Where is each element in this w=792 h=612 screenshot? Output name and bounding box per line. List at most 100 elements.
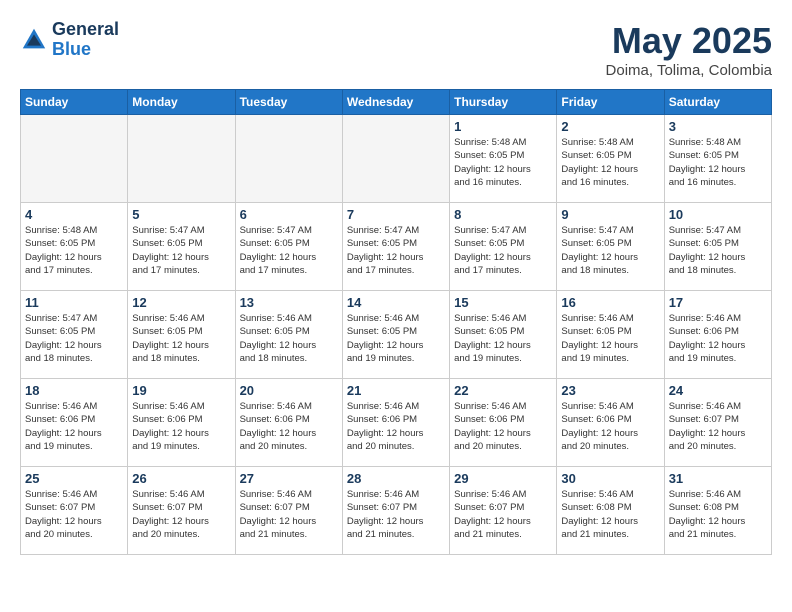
calendar-cell xyxy=(128,115,235,203)
day-number: 2 xyxy=(561,119,659,134)
calendar-cell: 30 Sunrise: 5:46 AM Sunset: 6:08 PM Dayli… xyxy=(557,467,664,555)
day-number: 31 xyxy=(669,471,767,486)
day-number: 23 xyxy=(561,383,659,398)
day-info: Sunrise: 5:47 AM Sunset: 6:05 PM Dayligh… xyxy=(561,224,659,277)
calendar-cell: 13Sunrise: 5:46 AM Sunset: 6:05 PM Dayli… xyxy=(235,291,342,379)
day-info: Sunrise: 5:46 AM Sunset: 6:06 PM Dayligh… xyxy=(132,400,230,453)
day-number: 16 xyxy=(561,295,659,310)
day-info: Sunrise: 5:46 AM Sunset: 6:07 PM Dayligh… xyxy=(240,488,338,541)
calendar-cell: 11Sunrise: 5:47 AM Sunset: 6:05 PM Dayli… xyxy=(21,291,128,379)
calendar-cell: 8Sunrise: 5:47 AM Sunset: 6:05 PM Daylig… xyxy=(450,203,557,291)
day-info: Sunrise: 5:47 AM Sunset: 6:05 PM Dayligh… xyxy=(669,224,767,277)
calendar-cell: 23Sunrise: 5:46 AM Sunset: 6:06 PM Dayli… xyxy=(557,379,664,467)
calendar-cell: 5 Sunrise: 5:47 AM Sunset: 6:05 PM Daylig… xyxy=(128,203,235,291)
weekday-header-monday: Monday xyxy=(128,90,235,115)
day-number: 10 xyxy=(669,207,767,222)
location: Doima, Tolima, Colombia xyxy=(606,62,772,79)
day-number: 26 xyxy=(132,471,230,486)
day-number: 7 xyxy=(347,207,445,222)
calendar-cell: 4Sunrise: 5:48 AM Sunset: 6:05 PM Daylig… xyxy=(21,203,128,291)
calendar-cell: 1 Sunrise: 5:48 AM Sunset: 6:05 PM Daylig… xyxy=(450,115,557,203)
calendar-cell: 18Sunrise: 5:46 AM Sunset: 6:06 PM Dayli… xyxy=(21,379,128,467)
week-row-1: 1 Sunrise: 5:48 AM Sunset: 6:05 PM Daylig… xyxy=(21,115,772,203)
day-info: Sunrise: 5:46 AM Sunset: 6:07 PM Dayligh… xyxy=(132,488,230,541)
calendar-cell: 3 Sunrise: 5:48 AM Sunset: 6:05 PM Daylig… xyxy=(664,115,771,203)
day-info: Sunrise: 5:46 AM Sunset: 6:05 PM Dayligh… xyxy=(132,312,230,365)
day-info: Sunrise: 5:47 AM Sunset: 6:05 PM Dayligh… xyxy=(25,312,123,365)
calendar-cell: 27 Sunrise: 5:46 AM Sunset: 6:07 PM Dayli… xyxy=(235,467,342,555)
day-info: Sunrise: 5:47 AM Sunset: 6:05 PM Dayligh… xyxy=(240,224,338,277)
calendar-cell: 26 Sunrise: 5:46 AM Sunset: 6:07 PM Dayli… xyxy=(128,467,235,555)
logo-blue: Blue xyxy=(52,39,91,59)
day-number: 22 xyxy=(454,383,552,398)
day-number: 6 xyxy=(240,207,338,222)
calendar-cell: 21 Sunrise: 5:46 AM Sunset: 6:06 PM Dayli… xyxy=(342,379,449,467)
day-info: Sunrise: 5:46 AM Sunset: 6:07 PM Dayligh… xyxy=(454,488,552,541)
calendar-cell: 15Sunrise: 5:46 AM Sunset: 6:05 PM Dayli… xyxy=(450,291,557,379)
day-number: 3 xyxy=(669,119,767,134)
day-number: 4 xyxy=(25,207,123,222)
calendar-cell: 31 Sunrise: 5:46 AM Sunset: 6:08 PM Dayli… xyxy=(664,467,771,555)
day-info: Sunrise: 5:46 AM Sunset: 6:06 PM Dayligh… xyxy=(240,400,338,453)
calendar-cell xyxy=(235,115,342,203)
calendar-table: SundayMondayTuesdayWednesdayThursdayFrid… xyxy=(20,89,772,555)
logo-general: General xyxy=(52,19,119,39)
day-number: 5 xyxy=(132,207,230,222)
weekday-header-friday: Friday xyxy=(557,90,664,115)
day-info: Sunrise: 5:47 AM Sunset: 6:05 PM Dayligh… xyxy=(132,224,230,277)
week-row-5: 25 Sunrise: 5:46 AM Sunset: 6:07 PM Dayli… xyxy=(21,467,772,555)
week-row-2: 4Sunrise: 5:48 AM Sunset: 6:05 PM Daylig… xyxy=(21,203,772,291)
weekday-header-sunday: Sunday xyxy=(21,90,128,115)
day-number: 27 xyxy=(240,471,338,486)
day-number: 17 xyxy=(669,295,767,310)
calendar-cell: 6 Sunrise: 5:47 AM Sunset: 6:05 PM Daylig… xyxy=(235,203,342,291)
calendar-cell: 10 Sunrise: 5:47 AM Sunset: 6:05 PM Dayli… xyxy=(664,203,771,291)
month-title: May 2025 xyxy=(606,20,772,62)
day-number: 24 xyxy=(669,383,767,398)
calendar-cell xyxy=(21,115,128,203)
title-block: May 2025 Doima, Tolima, Colombia xyxy=(606,20,772,79)
day-info: Sunrise: 5:46 AM Sunset: 6:07 PM Dayligh… xyxy=(669,400,767,453)
day-number: 14 xyxy=(347,295,445,310)
day-info: Sunrise: 5:46 AM Sunset: 6:08 PM Dayligh… xyxy=(669,488,767,541)
day-number: 25 xyxy=(25,471,123,486)
calendar-cell: 9Sunrise: 5:47 AM Sunset: 6:05 PM Daylig… xyxy=(557,203,664,291)
logo: General Blue xyxy=(20,20,119,60)
day-number: 20 xyxy=(240,383,338,398)
calendar-cell: 2 Sunrise: 5:48 AM Sunset: 6:05 PM Daylig… xyxy=(557,115,664,203)
day-number: 18 xyxy=(25,383,123,398)
day-info: Sunrise: 5:46 AM Sunset: 6:05 PM Dayligh… xyxy=(561,312,659,365)
week-row-3: 11Sunrise: 5:47 AM Sunset: 6:05 PM Dayli… xyxy=(21,291,772,379)
day-number: 21 xyxy=(347,383,445,398)
day-info: Sunrise: 5:47 AM Sunset: 6:05 PM Dayligh… xyxy=(454,224,552,277)
calendar-cell: 22 Sunrise: 5:46 AM Sunset: 6:06 PM Dayli… xyxy=(450,379,557,467)
calendar-cell: 16 Sunrise: 5:46 AM Sunset: 6:05 PM Dayli… xyxy=(557,291,664,379)
calendar-cell: 29Sunrise: 5:46 AM Sunset: 6:07 PM Dayli… xyxy=(450,467,557,555)
weekday-header-tuesday: Tuesday xyxy=(235,90,342,115)
logo-icon xyxy=(20,26,48,54)
day-number: 1 xyxy=(454,119,552,134)
day-info: Sunrise: 5:48 AM Sunset: 6:05 PM Dayligh… xyxy=(561,136,659,189)
logo-text: General Blue xyxy=(52,20,119,60)
day-info: Sunrise: 5:46 AM Sunset: 6:08 PM Dayligh… xyxy=(561,488,659,541)
day-info: Sunrise: 5:46 AM Sunset: 6:06 PM Dayligh… xyxy=(347,400,445,453)
day-info: Sunrise: 5:48 AM Sunset: 6:05 PM Dayligh… xyxy=(454,136,552,189)
weekday-header-saturday: Saturday xyxy=(664,90,771,115)
weekday-header-thursday: Thursday xyxy=(450,90,557,115)
day-number: 30 xyxy=(561,471,659,486)
weekday-header-row: SundayMondayTuesdayWednesdayThursdayFrid… xyxy=(21,90,772,115)
day-info: Sunrise: 5:46 AM Sunset: 6:06 PM Dayligh… xyxy=(454,400,552,453)
calendar-cell: 24 Sunrise: 5:46 AM Sunset: 6:07 PM Dayli… xyxy=(664,379,771,467)
day-number: 13 xyxy=(240,295,338,310)
calendar-cell: 7 Sunrise: 5:47 AM Sunset: 6:05 PM Daylig… xyxy=(342,203,449,291)
week-row-4: 18 Sunrise: 5:46 AM Sunset: 6:06 PM Dayli… xyxy=(21,379,772,467)
calendar-cell: 28 Sunrise: 5:46 AM Sunset: 6:07 PM Dayli… xyxy=(342,467,449,555)
calendar-cell: 19Sunrise: 5:46 AM Sunset: 6:06 PM Dayli… xyxy=(128,379,235,467)
day-info: Sunrise: 5:46 AM Sunset: 6:06 PM Dayligh… xyxy=(669,312,767,365)
day-number: 15 xyxy=(454,295,552,310)
calendar-cell: 14Sunrise: 5:46 AM Sunset: 6:05 PM Dayli… xyxy=(342,291,449,379)
day-info: Sunrise: 5:48 AM Sunset: 6:05 PM Dayligh… xyxy=(669,136,767,189)
day-number: 28 xyxy=(347,471,445,486)
day-info: Sunrise: 5:47 AM Sunset: 6:05 PM Dayligh… xyxy=(347,224,445,277)
day-info: Sunrise: 5:46 AM Sunset: 6:07 PM Dayligh… xyxy=(347,488,445,541)
